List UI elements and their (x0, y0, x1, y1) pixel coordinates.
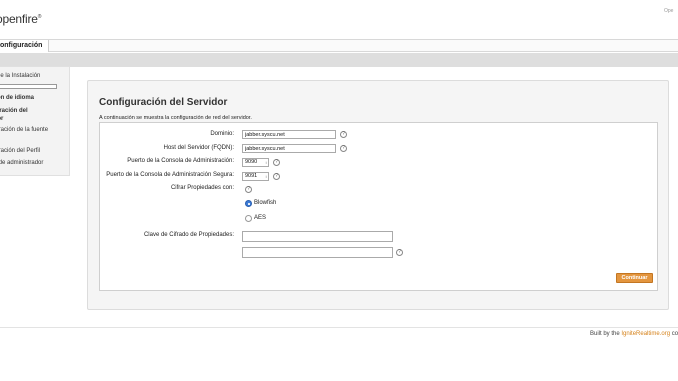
admin-port-stepper[interactable]: 9090 ↕ (242, 158, 269, 167)
secure-port-help-icon[interactable]: ? (273, 173, 280, 180)
page-title: Configuración del Servidor (99, 97, 228, 108)
continue-button[interactable]: Continuar (616, 273, 653, 283)
fqdn-help-icon[interactable]: ? (340, 145, 347, 152)
encryption-key-label: Clave de Cifrado de Propiedades: (143, 232, 234, 238)
aes-radio-label: AES (254, 215, 267, 221)
tab-configuracion[interactable]: onfiguración (0, 40, 50, 52)
encryption-key-input[interactable] (242, 231, 393, 242)
sidebar-item-label-line2: idor (0, 116, 4, 122)
encryption-key-confirm-input[interactable] (242, 247, 393, 258)
domain-label: Dominio: (210, 131, 234, 137)
header-right-text: Ope (664, 8, 674, 14)
sidebar-item-label-line2: tos (0, 134, 68, 142)
sidebar-item-admin-account[interactable]: ta de administrador (0, 159, 68, 167)
fqdn-label: Host del Servidor (FQDN): (163, 145, 234, 151)
footer-prefix: Built by the (590, 331, 622, 337)
page-description: A continuación se muestra la configuraci… (99, 115, 252, 121)
logo-text: openfire (0, 12, 38, 26)
admin-port-label: Puerto de la Consola de Administración: (127, 158, 234, 164)
fqdn-input[interactable] (242, 144, 336, 153)
spinner-arrows-icon[interactable]: ↕ (265, 159, 267, 166)
sidebar-item-language[interactable]: ción de idioma (0, 94, 68, 102)
sidebar: o de la Instalación ción de idioma gurac… (0, 66, 70, 176)
footer-divider (0, 327, 678, 328)
domain-input[interactable] (242, 130, 336, 139)
sidebar-item-profile[interactable]: guración del Perfil (0, 147, 68, 155)
domain-help-icon[interactable]: ? (340, 131, 347, 138)
secure-port-label: Puerto de la Consola de Administración S… (106, 172, 234, 178)
sidebar-item-label: guración de la fuente (0, 127, 49, 133)
admin-port-help-icon[interactable]: ? (273, 159, 280, 166)
encrypt-help-icon[interactable]: ? (245, 186, 252, 193)
openfire-logo[interactable]: openfire® (0, 12, 41, 26)
secure-port-stepper[interactable]: 9091 ↕ (242, 172, 269, 181)
server-settings-panel: Configuración del Servidor A continuació… (87, 80, 669, 310)
sidebar-item-datasource[interactable]: guración de la fuente tos (0, 126, 68, 142)
ignite-realtime-link[interactable]: IgniteRealtime.org (621, 331, 670, 337)
blowfish-radio-label: Blowfish (254, 200, 277, 206)
spinner-arrows-icon[interactable]: ↕ (265, 173, 267, 180)
sidebar-item-label: guración del (0, 108, 28, 114)
sidebar-progress-field (0, 84, 57, 89)
sub-tab-bar (0, 53, 678, 67)
tab-bar: onfiguración (0, 39, 678, 52)
header: openfire® Ope (0, 0, 678, 40)
footer: Built by the IgniteRealtime.org co (590, 331, 678, 337)
footer-suffix: co (670, 331, 678, 337)
secure-port-value: 9091 (245, 173, 258, 179)
sidebar-item-server-settings[interactable]: guración del idor (0, 107, 68, 123)
blowfish-radio[interactable] (245, 200, 252, 207)
logo-trademark: ® (37, 14, 42, 20)
encryption-key-help-icon[interactable]: ? (396, 249, 403, 256)
admin-port-value: 9090 (245, 159, 258, 165)
server-settings-form: Dominio: ? Host del Servidor (FQDN): ? P… (99, 122, 658, 291)
encrypt-label: Cifrar Propiedades con: (170, 185, 234, 191)
sidebar-item-installation[interactable]: o de la Instalación (0, 72, 68, 80)
aes-radio[interactable] (245, 215, 252, 222)
